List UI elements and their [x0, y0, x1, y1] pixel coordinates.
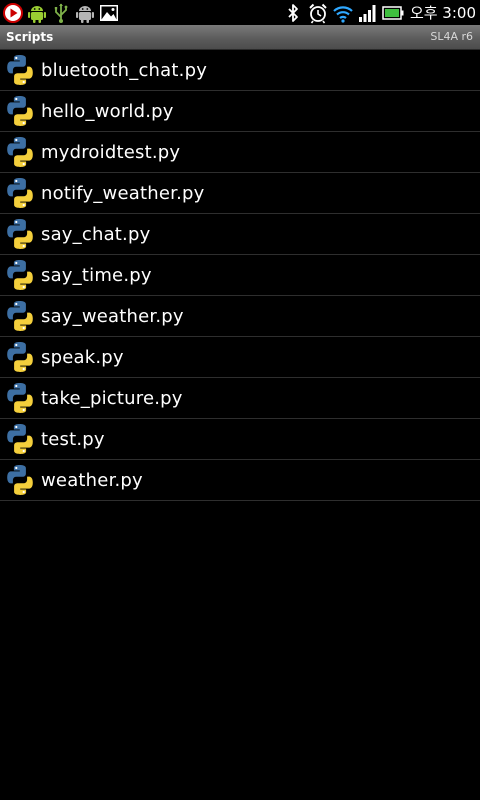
script-list-item[interactable]: notify_weather.py: [0, 173, 480, 214]
android-debug-icon: [76, 5, 94, 23]
script-name: hello_world.py: [41, 100, 174, 122]
signal-icon: [358, 4, 376, 22]
script-name: say_time.py: [41, 264, 152, 286]
script-list-item[interactable]: say_chat.py: [0, 214, 480, 255]
screen: 오후 3:00 Scripts SL4A r6 bluetooth_chat.p…: [0, 0, 480, 800]
python-icon: [7, 137, 33, 167]
script-list[interactable]: bluetooth_chat.py hello_world.py mydroid…: [0, 50, 480, 501]
python-icon: [7, 178, 33, 208]
system-icons: 오후 3:00: [279, 0, 476, 25]
bluetooth-icon: [288, 3, 298, 22]
python-icon: [7, 383, 33, 413]
script-list-item[interactable]: say_time.py: [0, 255, 480, 296]
script-list-item[interactable]: say_weather.py: [0, 296, 480, 337]
script-name: bluetooth_chat.py: [41, 59, 208, 81]
script-list-item[interactable]: hello_world.py: [0, 91, 480, 132]
script-name: say_weather.py: [41, 305, 184, 327]
battery-icon: [382, 5, 404, 20]
app-version: SL4A r6: [430, 30, 473, 43]
python-icon: [7, 424, 33, 454]
gallery-icon: [100, 4, 118, 21]
script-list-item[interactable]: test.py: [0, 419, 480, 460]
notification-icons: [2, 0, 122, 25]
page-title: Scripts: [6, 30, 54, 44]
script-list-item[interactable]: take_picture.py: [0, 378, 480, 419]
script-list-item[interactable]: speak.py: [0, 337, 480, 378]
wifi-icon: [333, 5, 353, 23]
media-play-icon: [3, 2, 23, 23]
script-name: speak.py: [41, 346, 124, 368]
python-icon: [7, 260, 33, 290]
alarm-icon: [309, 3, 327, 23]
python-icon: [7, 301, 33, 331]
script-list-item[interactable]: mydroidtest.py: [0, 132, 480, 173]
python-icon: [7, 96, 33, 126]
script-name: weather.py: [41, 469, 143, 491]
script-name: test.py: [41, 428, 105, 450]
script-name: take_picture.py: [41, 387, 183, 409]
script-list-item[interactable]: weather.py: [0, 460, 480, 501]
python-icon: [7, 219, 33, 249]
android-icon: [28, 5, 46, 23]
script-list-item[interactable]: bluetooth_chat.py: [0, 50, 480, 91]
usb-icon: [54, 3, 68, 23]
status-clock: 오후 3:00: [409, 4, 476, 22]
script-name: notify_weather.py: [41, 182, 205, 204]
title-bar: Scripts SL4A r6: [0, 25, 480, 50]
script-name: mydroidtest.py: [41, 141, 181, 163]
python-icon: [7, 342, 33, 372]
python-icon: [7, 465, 33, 495]
script-name: say_chat.py: [41, 223, 151, 245]
status-bar[interactable]: 오후 3:00: [0, 0, 480, 25]
python-icon: [7, 55, 33, 85]
